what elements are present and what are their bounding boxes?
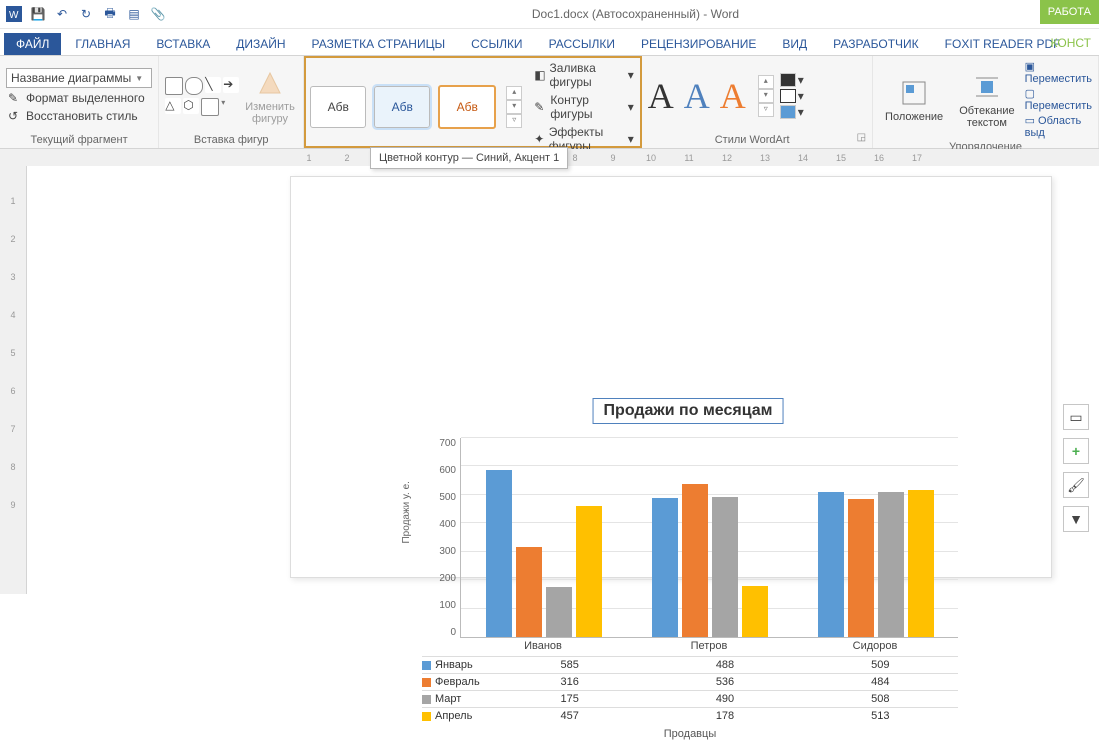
chart-title[interactable]: Продажи по месяцам: [593, 398, 784, 424]
shape-line-icon[interactable]: ╲: [205, 77, 221, 93]
tab-mailings[interactable]: РАССЫЛКИ: [537, 33, 627, 55]
chart-element-selector[interactable]: Название диаграммы▼: [6, 68, 152, 88]
tab-file[interactable]: ФАЙЛ: [4, 33, 61, 55]
shape-tri-icon[interactable]: △: [165, 98, 181, 114]
wordart-style-2[interactable]: A: [684, 78, 710, 114]
outline-icon: ✎: [534, 100, 546, 114]
gallery-down-icon: ▾: [506, 100, 522, 114]
shape-fill-button[interactable]: ◧Заливка фигуры▾: [532, 60, 636, 90]
shape-rect-icon[interactable]: [165, 77, 183, 95]
chevron-down-icon[interactable]: ▾: [798, 73, 804, 87]
chart-grid: [460, 438, 958, 638]
fill-icon: ◧: [534, 68, 545, 82]
tab-review[interactable]: РЕЦЕНЗИРОВАНИЕ: [629, 33, 768, 55]
svg-text:W: W: [9, 10, 19, 21]
group-current-label: Текущий фрагмент: [6, 132, 152, 146]
text-effects-button[interactable]: [780, 105, 796, 119]
shape-style-3[interactable]: Абв: [438, 85, 496, 129]
send-backward-button[interactable]: ▢ Переместить: [1025, 87, 1092, 112]
reset-style-button[interactable]: ↺Восстановить стиль: [6, 108, 152, 124]
effects-icon: ✦: [534, 132, 545, 146]
save-icon[interactable]: 💾: [30, 6, 46, 22]
shape-box-icon[interactable]: [201, 98, 219, 116]
context-tab-rabota[interactable]: РАБОТА: [1040, 0, 1099, 24]
chevron-down-icon: ▾: [628, 100, 634, 114]
tab-design[interactable]: ДИЗАЙН: [224, 33, 297, 55]
shape-oval-icon[interactable]: [185, 77, 203, 95]
wordart-dialog-launcher[interactable]: ◲: [857, 132, 866, 146]
chart-styles-button[interactable]: 🖌: [1063, 472, 1089, 498]
print-icon[interactable]: 🖶: [102, 6, 118, 22]
tab-home[interactable]: ГЛАВНАЯ: [63, 33, 142, 55]
chart-layout-button[interactable]: ▭: [1063, 404, 1089, 430]
chevron-down-icon: ▾: [628, 68, 634, 82]
gallery-up-icon: ▴: [506, 86, 522, 100]
word-icon: W: [6, 6, 22, 22]
tab-developer[interactable]: РАЗРАБОТЧИК: [821, 33, 931, 55]
tab-layout[interactable]: РАЗМЕТКА СТРАНИЦЫ: [300, 33, 458, 55]
undo-icon[interactable]: ↶: [54, 6, 70, 22]
y-axis-label: Продажи у. е.: [401, 481, 412, 543]
ribbon-tabs: ФАЙЛ ГЛАВНАЯ ВСТАВКА ДИЗАЙН РАЗМЕТКА СТР…: [0, 29, 1099, 56]
wordart-gallery-scroll[interactable]: ▴▾▿: [758, 75, 774, 117]
bring-forward-button[interactable]: ▣ Переместить: [1025, 60, 1092, 85]
redo-icon[interactable]: ↻: [78, 6, 94, 22]
change-shape-button: Изменить фигуру: [239, 63, 301, 129]
shape-outline-button[interactable]: ✎Контур фигуры▾: [532, 92, 636, 122]
chevron-down-icon: ▼: [135, 74, 143, 83]
shapes-more-icon[interactable]: ▾: [221, 98, 225, 116]
shape-hex-icon[interactable]: ⬡: [183, 98, 199, 114]
wrap-icon: [971, 71, 1003, 103]
shape-style-2[interactable]: Абв: [374, 86, 430, 128]
window-title: Doc1.docx (Автосохраненный) - Word: [172, 7, 1099, 21]
chevron-down-icon[interactable]: ▾: [798, 105, 804, 119]
style-gallery-scroll[interactable]: ▴▾▿: [506, 86, 522, 128]
wordart-style-3[interactable]: A: [720, 78, 746, 114]
shape-style-1[interactable]: Абв: [310, 86, 366, 128]
chart-object[interactable]: Продажи по месяцам Продажи у. е. 0100200…: [408, 398, 968, 728]
chart-filter-button[interactable]: ▼: [1063, 506, 1089, 532]
group-wordart-label: Стили WordArt: [715, 132, 790, 146]
context-tab-konstr[interactable]: КОНСТ: [1043, 32, 1099, 54]
position-icon: [898, 77, 930, 109]
chevron-down-icon: ▾: [628, 132, 634, 146]
chart-data-table: Январь585488509Февраль316536484Март17549…: [422, 656, 958, 740]
chevron-down-icon[interactable]: ▾: [798, 89, 804, 103]
text-fill-button[interactable]: [780, 73, 796, 87]
wordart-style-1[interactable]: A: [648, 78, 674, 114]
shape-arrow-icon[interactable]: ➔: [223, 77, 239, 93]
y-axis-ticks: 0100200300400500600700: [434, 438, 456, 638]
chart-elements-button[interactable]: +: [1063, 438, 1089, 464]
preview-icon[interactable]: ▤: [126, 6, 142, 22]
change-shape-icon: [254, 67, 286, 99]
style-tooltip: Цветной контур — Синий, Акцент 1: [370, 147, 568, 169]
tab-insert[interactable]: ВСТАВКА: [144, 33, 222, 55]
position-button[interactable]: Положение: [879, 73, 949, 127]
vertical-ruler[interactable]: 123456789: [0, 166, 27, 594]
selection-pane-button[interactable]: ▭ Область выд: [1025, 114, 1092, 139]
format-selection-button[interactable]: ✎Формат выделенного: [6, 90, 152, 106]
reset-icon: ↺: [8, 109, 22, 123]
group-shapes-label: Вставка фигур: [165, 132, 297, 146]
wrap-text-button[interactable]: Обтекание текстом: [953, 67, 1020, 133]
tab-references[interactable]: ССЫЛКИ: [459, 33, 534, 55]
x-axis-categories: ИвановПетровСидоров: [460, 640, 958, 652]
format-icon: ✎: [8, 91, 22, 105]
gallery-more-icon: ▿: [506, 114, 522, 128]
tab-view[interactable]: ВИД: [770, 33, 819, 55]
attach-icon[interactable]: 📎: [150, 6, 166, 22]
text-outline-button[interactable]: [780, 89, 796, 103]
